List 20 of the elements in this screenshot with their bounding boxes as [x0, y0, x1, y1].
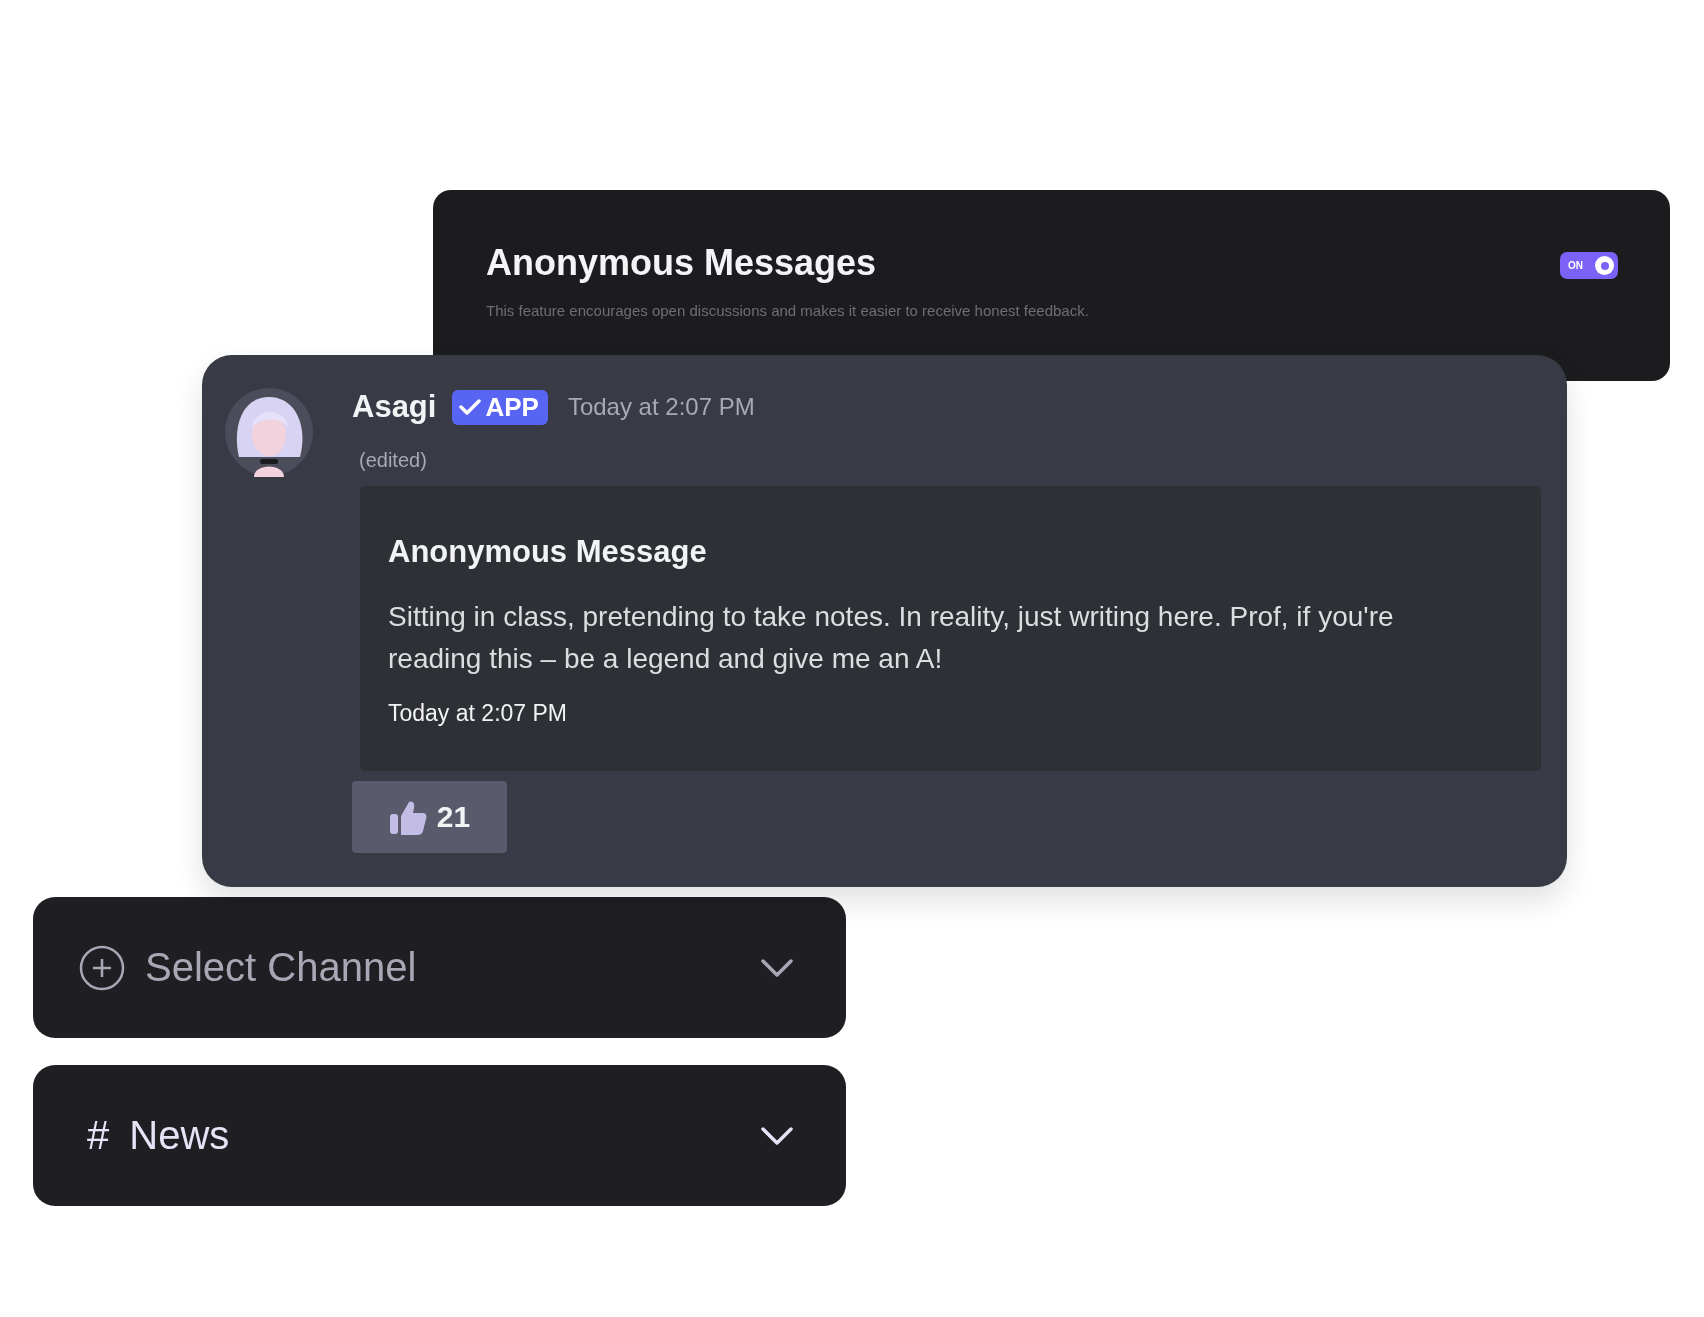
embed-timestamp: Today at 2:07 PM: [388, 700, 568, 727]
channel-label: Select Channel: [145, 945, 418, 990]
settings-title: Anonymous Messages: [486, 242, 878, 284]
chevron-down-icon: [760, 957, 794, 978]
author-name[interactable]: Asagi: [352, 389, 437, 425]
channel-hash: #: [87, 1113, 110, 1158]
channel-select[interactable]: Select Channel: [33, 897, 846, 1038]
embed-text: Sitting in class, pretending to take notes. In reality, just writing here. Prof, if you're reading this – be a legend and give me an A!: [388, 600, 1395, 676]
app-badge: APP: [452, 389, 548, 425]
message-timestamp: Today at 2:07 PM: [567, 393, 755, 421]
edited-label: (edited): [359, 449, 428, 472]
toggle-switch[interactable]: ON: [1560, 252, 1618, 279]
avatar-icon: [224, 387, 314, 477]
add-icon: [79, 944, 125, 991]
channel-select[interactable]: # News: [33, 1065, 846, 1206]
reaction-button[interactable]: 21: [352, 781, 507, 853]
channel-label: News: [129, 1113, 231, 1158]
chevron-down-icon: [760, 1125, 794, 1146]
settings-description: This feature encourages open discussions and makes it easier to receive honest feedback.: [486, 302, 1089, 319]
embed-title: Anonymous Message: [388, 534, 708, 570]
